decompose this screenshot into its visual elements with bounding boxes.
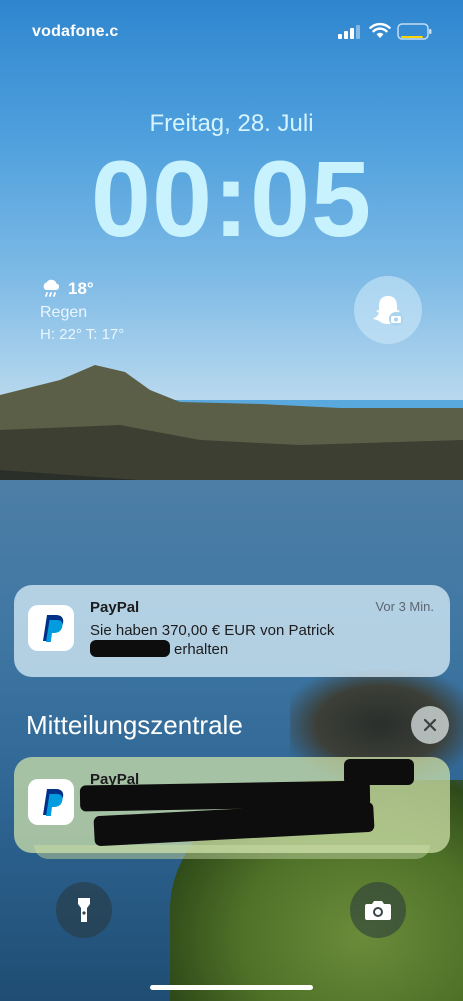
snapchat-camera-widget[interactable]	[354, 276, 422, 344]
notification-body-line2-text: erhalten	[174, 641, 229, 658]
notification-center-title: Mitteilungszentrale	[26, 710, 243, 740]
paypal-app-icon	[28, 779, 74, 825]
clear-notifications-button[interactable]	[411, 706, 449, 744]
paypal-app-icon	[28, 605, 74, 651]
carrier-label: vodafone.c	[32, 23, 119, 40]
camera-button[interactable]	[350, 882, 406, 938]
status-bar: vodafone.c	[0, 0, 463, 60]
paypal-logo-icon	[43, 615, 64, 642]
weather-widget[interactable]: 18° Regen H: 22° T: 17°	[40, 278, 124, 343]
flashlight-icon	[78, 898, 90, 922]
notification-body-line2: erhalten	[90, 640, 430, 659]
notification-body-line1: Sie haben 370,00 € EUR von Patrick	[90, 622, 335, 639]
lock-screen-date: Freitag, 28. Juli	[149, 110, 314, 137]
weather-high-low: H: 22° T: 17°	[40, 326, 125, 343]
paypal-notification-stacked[interactable]: PayPal	[14, 757, 450, 853]
snapchat-ghost-icon	[373, 296, 403, 326]
wifi-icon	[369, 22, 391, 38]
weather-temperature: 18°	[68, 279, 94, 298]
battery-icon	[397, 23, 432, 40]
paypal-logo-icon	[43, 789, 64, 816]
redaction-mark	[90, 640, 170, 657]
weather-condition: Regen	[40, 304, 88, 321]
notification-body: Sie haben 370,00 € EUR von Patrick erhal…	[90, 621, 430, 659]
notification-app-name: PayPal	[90, 599, 140, 616]
camera-icon	[365, 901, 391, 920]
wallpaper-hill	[0, 365, 463, 505]
flashlight-button[interactable]	[56, 882, 112, 938]
cellular-signal-icon	[338, 25, 360, 39]
close-icon	[423, 718, 437, 732]
redaction-mark	[344, 759, 414, 785]
lock-screen-time: 00:05	[90, 138, 373, 259]
paypal-notification[interactable]: PayPal Vor 3 Min. Sie haben 370,00 € EUR…	[14, 585, 450, 677]
notification-time: Vor 3 Min.	[375, 599, 434, 614]
home-indicator[interactable]	[150, 985, 313, 990]
rain-cloud-icon	[43, 279, 60, 297]
